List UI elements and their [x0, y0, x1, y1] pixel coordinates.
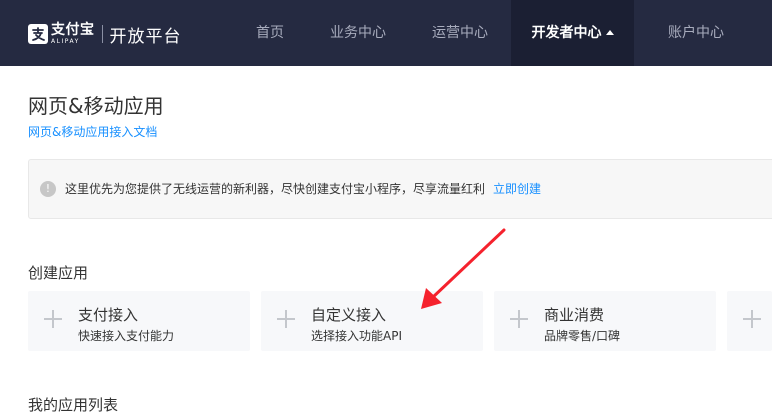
- plus-icon: [510, 310, 528, 328]
- top-navigation-bar: 支付宝 ALIPAY 开放平台 首页 业务中心 运营中心 开发者中心 账户中心: [0, 0, 772, 66]
- notice-text-row: 这里优先为您提供了无线运营的新利器，尽快创建支付宝小程序，尽享流量红利 立即创建: [65, 181, 541, 197]
- nav-developer-center-label: 开发者中心: [531, 25, 602, 41]
- card-title: 商业消费: [544, 306, 605, 324]
- logo-chinese-text: 支付宝: [51, 22, 95, 38]
- notice-message: 这里优先为您提供了无线运营的新利器，尽快创建支付宝小程序，尽享流量红利: [65, 182, 486, 196]
- card-title: 支付接入: [78, 306, 139, 324]
- plus-icon: [44, 310, 62, 328]
- notice-banner: ! 这里优先为您提供了无线运营的新利器，尽快创建支付宝小程序，尽享流量红利 立即创…: [28, 159, 772, 219]
- nav-business-center[interactable]: 业务中心: [318, 0, 398, 66]
- create-now-link[interactable]: 立即创建: [493, 182, 541, 196]
- alipay-logo[interactable]: 支付宝 ALIPAY 开放平台: [28, 23, 182, 47]
- plus-icon: [743, 310, 761, 328]
- logo-english-text: ALIPAY: [51, 38, 80, 45]
- card-title: 自定义接入: [311, 306, 387, 324]
- card-commercial-consumption[interactable]: 商业消费 品牌零售/口碑: [494, 291, 716, 351]
- card-partial[interactable]: [727, 291, 772, 351]
- logo-wordmark: 支付宝 ALIPAY: [51, 23, 95, 45]
- my-app-list-title: 我的应用列表: [28, 396, 119, 414]
- caret-up-icon: [605, 30, 614, 35]
- info-icon: !: [40, 181, 56, 197]
- alipay-logo-icon: [28, 24, 48, 44]
- logo-divider: [101, 25, 103, 43]
- card-payment-access[interactable]: 支付接入 快速接入支付能力: [28, 291, 250, 351]
- card-description: 快速接入支付能力: [78, 329, 175, 343]
- platform-name: 开放平台: [109, 26, 182, 47]
- plus-icon: [277, 310, 295, 328]
- nav-operations-center[interactable]: 运营中心: [420, 0, 500, 66]
- nav-home[interactable]: 首页: [238, 0, 302, 66]
- card-description: 品牌零售/口碑: [544, 329, 621, 343]
- nav-developer-center[interactable]: 开发者中心: [511, 0, 634, 66]
- card-description: 选择接入功能API: [311, 329, 402, 343]
- doc-link[interactable]: 网页&移动应用接入文档: [28, 123, 157, 140]
- page-title: 网页&移动应用: [28, 94, 164, 118]
- card-custom-access[interactable]: 自定义接入 选择接入功能API: [261, 291, 483, 351]
- create-app-section-title: 创建应用: [28, 264, 89, 282]
- nav-account-center[interactable]: 账户中心: [656, 0, 736, 66]
